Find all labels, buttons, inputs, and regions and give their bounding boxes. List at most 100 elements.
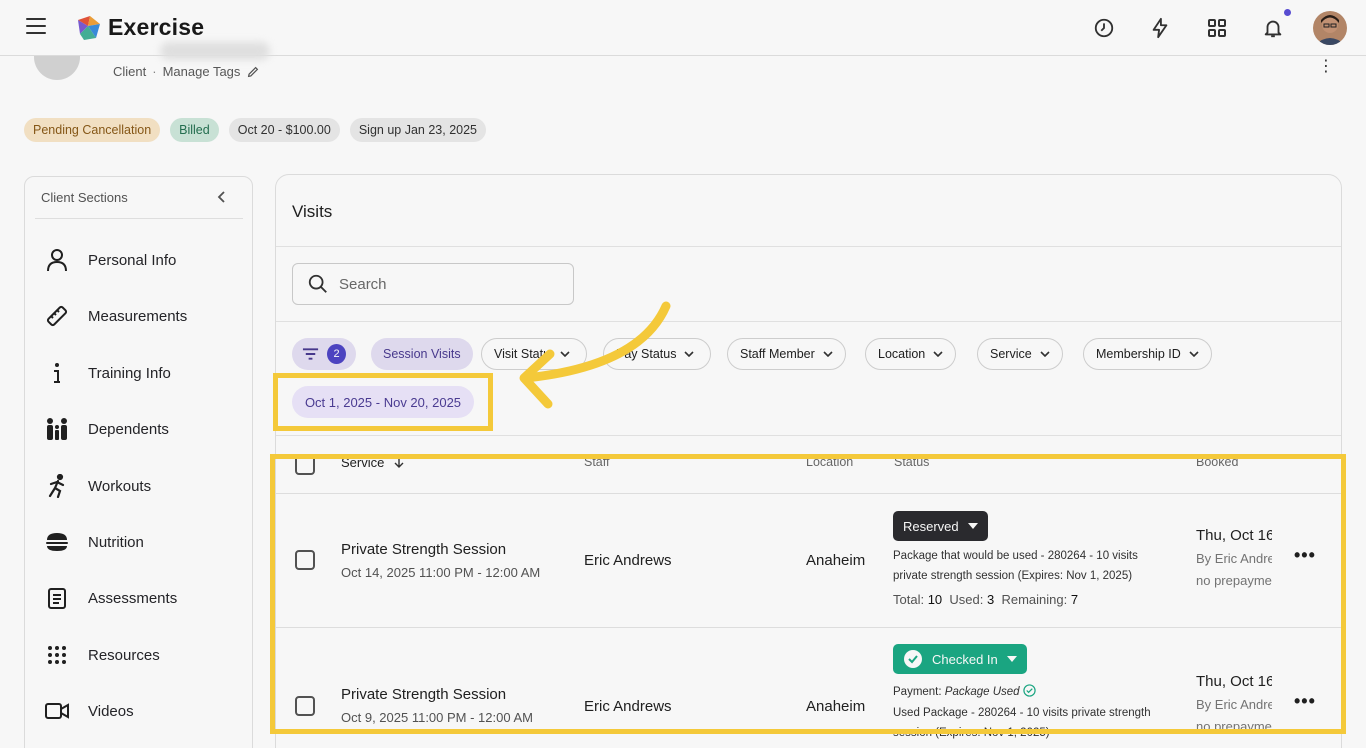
client-type: Client — [113, 64, 147, 79]
family-icon — [43, 415, 71, 443]
status-badge-pending: Pending Cancellation — [24, 118, 161, 142]
sidebar-item-label: Assessments — [88, 589, 178, 607]
payment-value: Package Used — [944, 686, 1020, 698]
history-icon[interactable] — [1090, 14, 1118, 42]
booked-cell: Thu, Oct 16, 2025 By Eric Andrews no pre… — [1196, 527, 1272, 591]
pencil-icon[interactable] — [246, 65, 260, 79]
status-dropdown-checked-in[interactable]: Checked In — [893, 644, 1027, 674]
manage-tags-link[interactable]: Manage Tags — [163, 64, 241, 79]
booked-note: no prepayment — [1196, 573, 1272, 588]
total-value: 10 — [927, 592, 943, 607]
sidebar-item-videos[interactable]: Videos — [43, 691, 243, 731]
location-name: Anaheim — [806, 552, 866, 569]
filter-visit-status[interactable]: Visit Status — [481, 338, 587, 370]
chevron-left-icon[interactable] — [213, 187, 229, 207]
column-header-status[interactable]: Status — [894, 455, 929, 469]
booked-note: no prepayment — [1196, 719, 1272, 734]
row-more-icon[interactable]: ••• — [1294, 545, 1316, 566]
row-divider — [276, 627, 1341, 628]
burger-icon — [43, 528, 71, 556]
booked-date: Thu, Oct 16, 2025 — [1196, 527, 1272, 544]
filter-icon — [302, 348, 319, 360]
card-divider — [276, 321, 1341, 322]
row-more-icon[interactable]: ••• — [1294, 691, 1316, 712]
column-header-location[interactable]: Location — [806, 455, 853, 469]
sidebar-heading: Client Sections — [41, 190, 128, 205]
chevron-down-icon — [933, 351, 943, 357]
filter-membership-id[interactable]: Membership ID — [1083, 338, 1212, 370]
video-icon — [43, 697, 71, 725]
app-logo — [78, 16, 100, 40]
user-avatar[interactable] — [1313, 11, 1347, 45]
sidebar-item-assessments[interactable]: Assessments — [43, 578, 243, 618]
filter-pay-status[interactable]: Pay Status — [603, 338, 711, 370]
search-placeholder: Search — [339, 275, 387, 293]
client-name-redacted — [160, 42, 270, 60]
date-range-chip[interactable]: Oct 1, 2025 - Nov 20, 2025 — [292, 386, 474, 418]
search-input[interactable]: Search — [292, 263, 574, 305]
filter-label: Service — [990, 347, 1032, 361]
column-header-booked[interactable]: Booked — [1196, 455, 1238, 469]
row-checkbox[interactable] — [295, 696, 315, 716]
booked-date: Thu, Oct 16, 2025 — [1196, 673, 1272, 690]
service-name[interactable]: Private Strength Session — [341, 541, 506, 558]
sidebar-item-label: Workouts — [88, 477, 152, 495]
filter-label: Membership ID — [1096, 347, 1181, 361]
caret-down-icon — [1006, 656, 1017, 662]
filter-staff-member[interactable]: Staff Member — [727, 338, 846, 370]
row-checkbox[interactable] — [295, 550, 315, 570]
chevron-down-icon — [1040, 351, 1050, 357]
person-icon — [43, 246, 71, 274]
search-icon — [308, 274, 327, 293]
payment-info: Payment: Package Used — [893, 684, 1036, 698]
filter-label: Location — [878, 347, 926, 361]
chevron-down-icon — [823, 351, 833, 357]
package-info-line-1: Package that would be used - 280264 - 10… — [893, 550, 1138, 562]
package-info-line-2: session (Expires: Nov 1, 2025) — [893, 727, 1050, 739]
sidebar-item-training-info[interactable]: Training Info — [43, 353, 243, 393]
service-name[interactable]: Private Strength Session — [341, 686, 506, 703]
sidebar-item-label: Personal Info — [88, 251, 177, 269]
column-header-service[interactable]: Service — [341, 455, 405, 470]
lightning-icon[interactable] — [1146, 14, 1174, 42]
client-avatar — [34, 56, 80, 80]
filter-session-visits[interactable]: Session Visits — [371, 338, 473, 370]
chevron-down-icon — [684, 351, 695, 357]
sidebar-item-workouts[interactable]: Workouts — [43, 466, 243, 506]
charge-badge: Oct 20 - $100.00 — [228, 118, 340, 142]
sidebar-item-measurements[interactable]: Measurements — [43, 296, 243, 336]
booked-by: By Eric Andrews — [1196, 697, 1272, 712]
select-all-checkbox[interactable] — [295, 455, 315, 475]
package-info-line-2: private strength session (Expires: Nov 1… — [893, 570, 1133, 582]
filter-service[interactable]: Service — [977, 338, 1063, 370]
staff-name: Eric Andrews — [584, 552, 672, 569]
sidebar-item-nutrition[interactable]: Nutrition — [43, 522, 243, 562]
client-badges: Pending Cancellation Billed Oct 20 - $10… — [24, 118, 486, 142]
status-badge-billed: Billed — [170, 118, 219, 142]
status-dropdown-reserved[interactable]: Reserved — [893, 511, 988, 541]
staff-name: Eric Andrews — [584, 698, 672, 715]
service-time: Oct 9, 2025 11:00 PM - 12:00 AM — [341, 710, 533, 725]
column-header-staff[interactable]: Staff — [584, 455, 609, 469]
client-more-icon[interactable]: ⋮ — [1318, 56, 1334, 76]
running-icon — [43, 472, 71, 500]
sidebar-item-resources[interactable]: Resources — [43, 635, 243, 675]
menu-icon[interactable] — [26, 18, 46, 36]
booked-cell: Thu, Oct 16, 2025 By Eric Andrews no pre… — [1196, 673, 1272, 737]
apps-grid-icon[interactable] — [1203, 14, 1231, 42]
sidebar-item-label: Videos — [88, 702, 134, 720]
total-label: Total: — [893, 592, 925, 607]
sidebar-item-personal-info[interactable]: Personal Info — [43, 240, 243, 280]
status-label: Checked In — [932, 651, 998, 667]
sidebar-item-dependents[interactable]: Dependents — [43, 409, 243, 449]
chevron-down-icon — [1189, 351, 1199, 357]
sidebar-item-label: Measurements — [88, 307, 188, 325]
column-label: Service — [341, 455, 385, 470]
filter-location[interactable]: Location — [865, 338, 957, 370]
sidebar-item-label: Resources — [88, 646, 160, 664]
clipboard-icon — [43, 584, 71, 612]
filter-toggle-button[interactable]: 2 — [292, 338, 356, 370]
grid-icon — [43, 641, 71, 669]
bell-icon[interactable] — [1259, 14, 1287, 42]
visits-table: Service Staff Location Status Booked Pri… — [276, 435, 1341, 748]
